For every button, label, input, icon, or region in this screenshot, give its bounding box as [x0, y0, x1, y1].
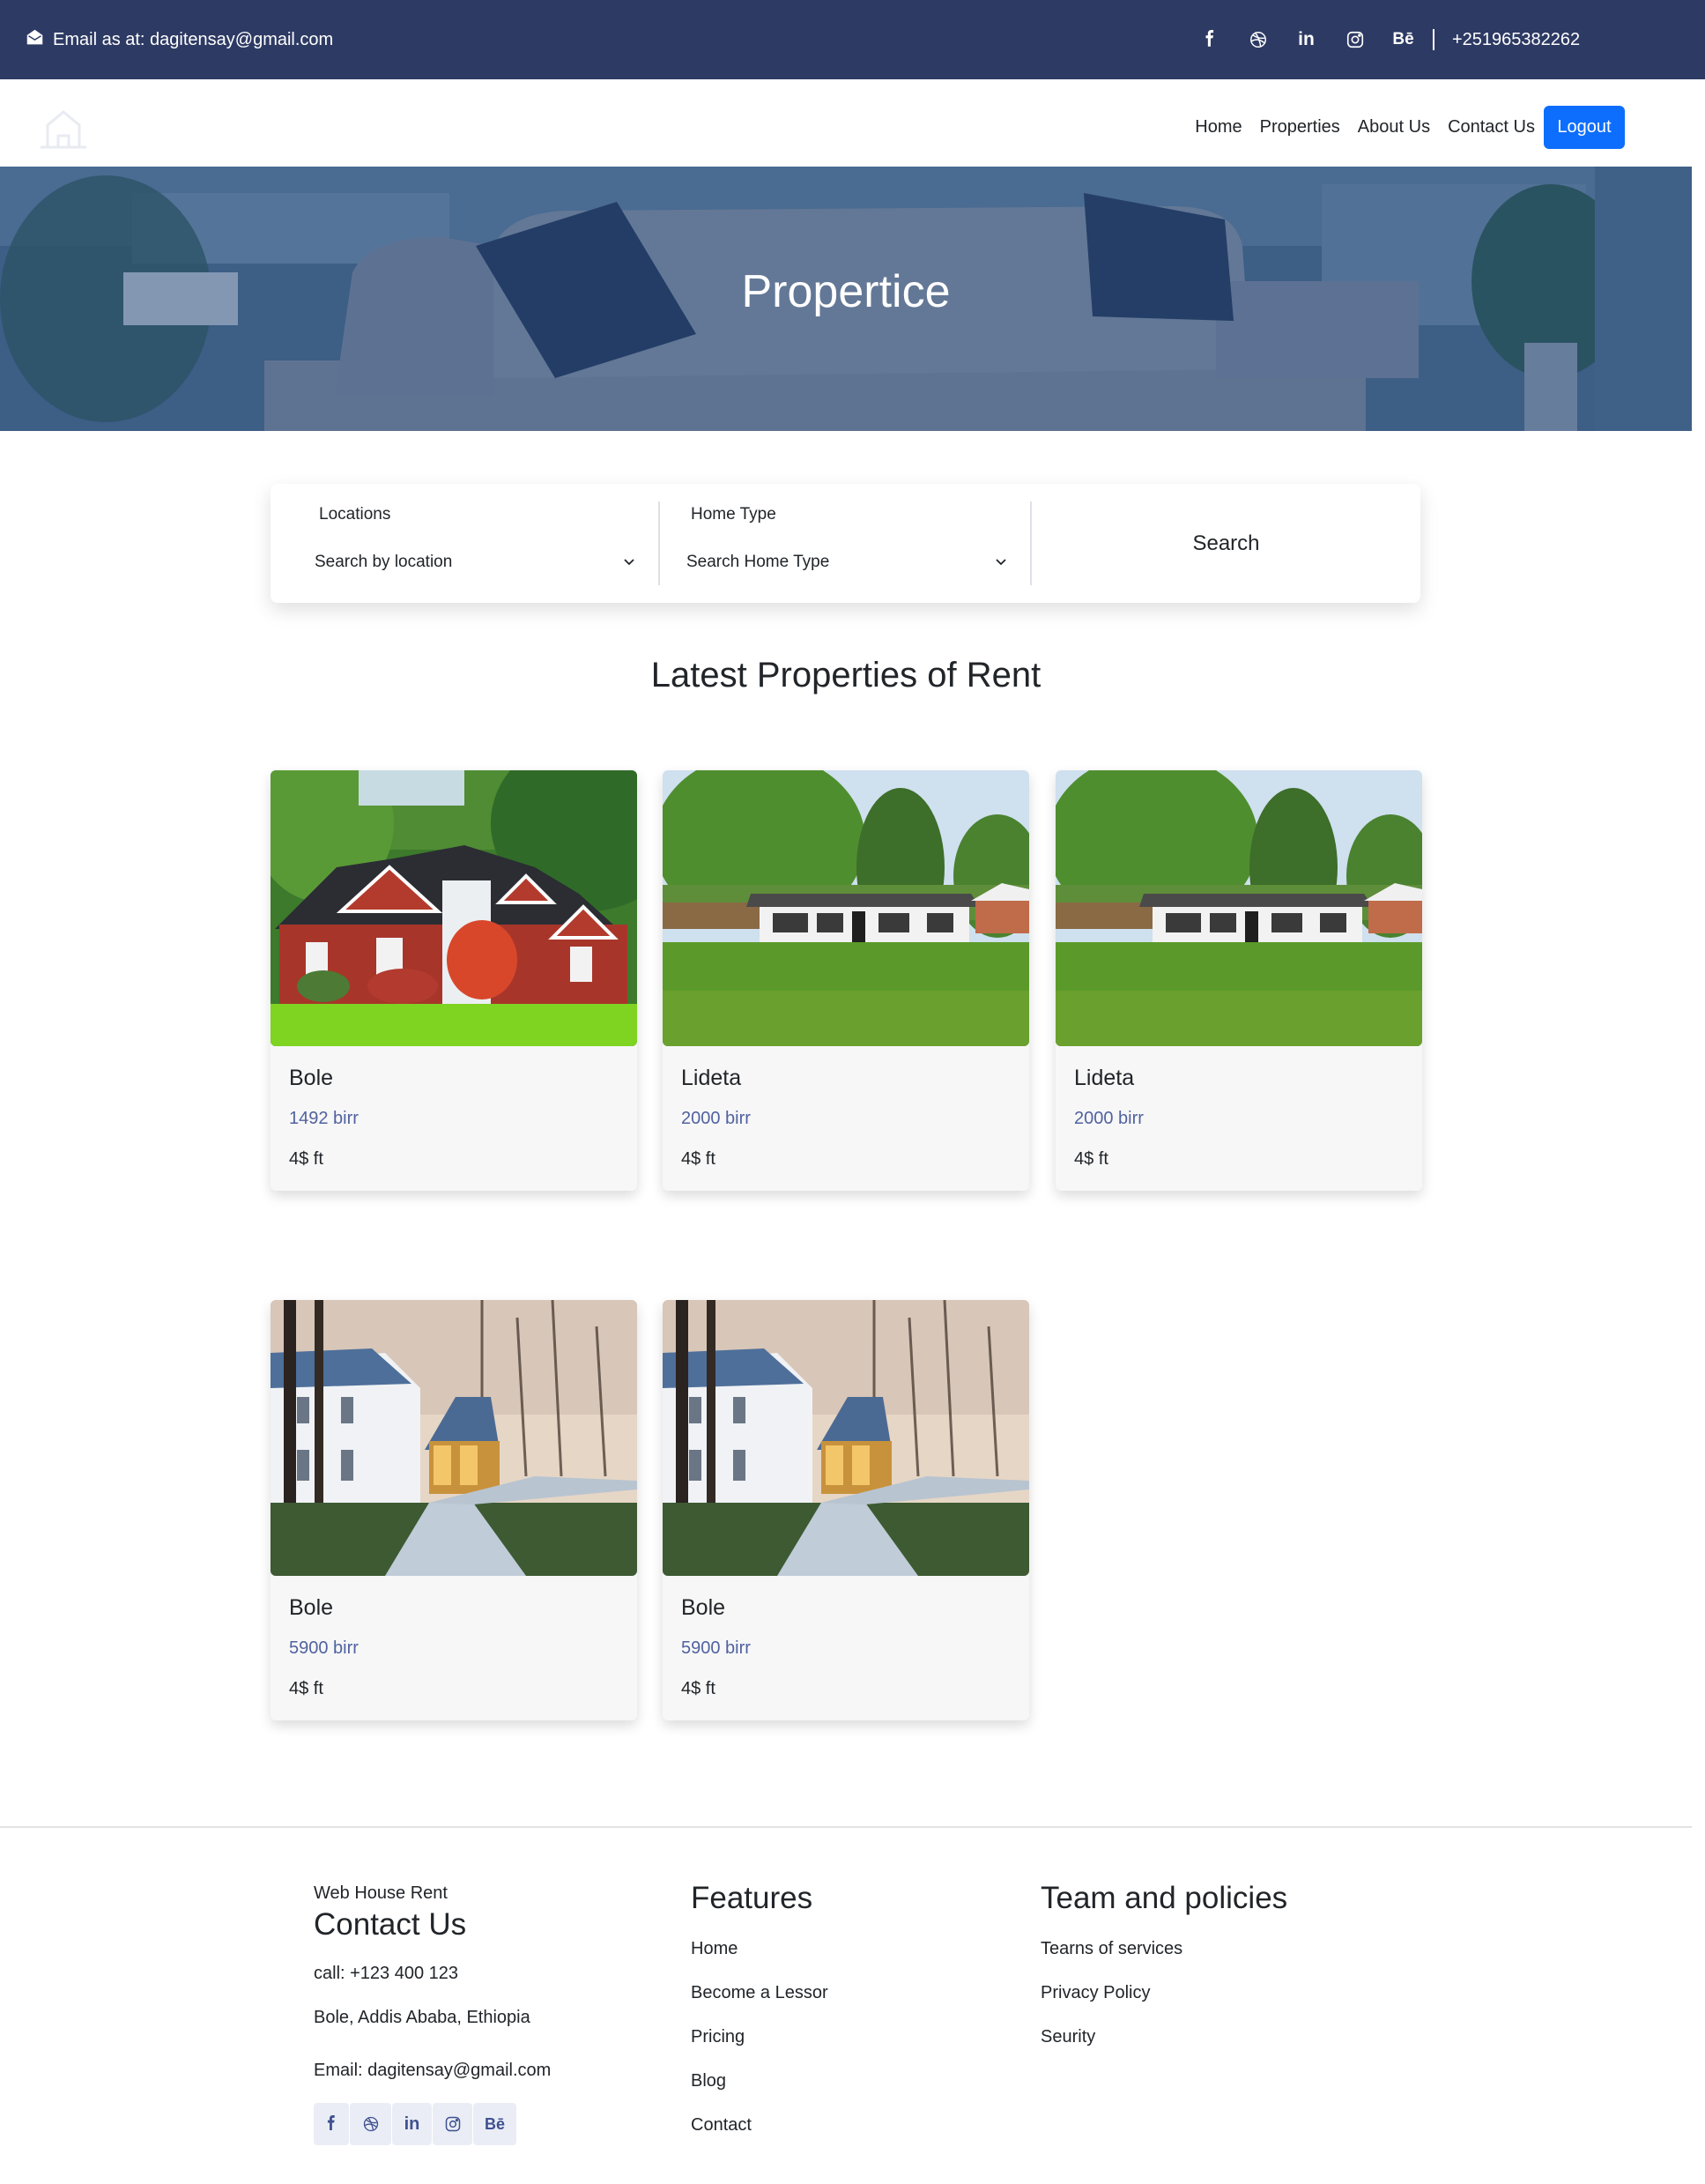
dribbble-icon[interactable]: [350, 2103, 391, 2145]
property-location: Bole: [289, 1595, 334, 1620]
nav-about-us[interactable]: About Us: [1358, 117, 1430, 137]
topbar-social-links: in Bē +251965382262: [1185, 26, 1580, 53]
house-icon[interactable]: [41, 109, 88, 150]
footer-link-privacy[interactable]: Privacy Policy: [1041, 1983, 1150, 2003]
property-card[interactable]: Bole 5900 birr 4$ ft: [271, 1300, 637, 1720]
property-location: Bole: [289, 1066, 334, 1090]
location-select[interactable]: Search by location: [315, 553, 635, 572]
footer-features-title: Features: [691, 1881, 813, 1915]
property-price: 1492 birr: [289, 1109, 359, 1128]
property-image[interactable]: [663, 770, 1029, 1046]
property-location: Lideta: [1074, 1066, 1135, 1090]
property-price: 5900 birr: [289, 1638, 359, 1658]
home-type-select-value: Search Home Type: [686, 553, 830, 571]
footer-link-security[interactable]: Seurity: [1041, 2027, 1095, 2047]
search-button[interactable]: Search: [1032, 484, 1420, 603]
behance-icon[interactable]: Bē: [473, 2103, 516, 2145]
envelope-open-icon: [26, 28, 44, 52]
topbar-email-text: Email as at: dagitensay@gmail.com: [53, 30, 334, 49]
topbar-email[interactable]: Email as at: dagitensay@gmail.com: [26, 28, 333, 52]
footer-contact-title: Contact Us: [314, 1907, 467, 1942]
nav-links: Home Properties About Us Contact Us Logo…: [1177, 106, 1625, 149]
facebook-icon[interactable]: [314, 2103, 349, 2145]
property-card[interactable]: Lideta 2000 birr 4$ ft: [663, 770, 1029, 1191]
instagram-icon[interactable]: [1331, 30, 1379, 49]
property-location: Bole: [681, 1595, 726, 1620]
footer-link-home[interactable]: Home: [691, 1939, 738, 1959]
footer-social-links: in Bē: [314, 2103, 517, 2145]
nav-home[interactable]: Home: [1195, 117, 1242, 137]
behance-icon[interactable]: Bē: [1379, 30, 1427, 49]
property-price: 5900 birr: [681, 1638, 751, 1658]
property-size: 4$ ft: [289, 1149, 323, 1169]
footer-policies-title: Team and policies: [1041, 1881, 1288, 1915]
linkedin-icon[interactable]: in: [1282, 29, 1331, 50]
property-size: 4$ ft: [289, 1679, 323, 1698]
location-select-value: Search by location: [315, 553, 453, 571]
property-price: 2000 birr: [681, 1109, 751, 1128]
latest-properties-heading: Latest Properties of Rent: [650, 656, 1042, 695]
property-size: 4$ ft: [681, 1679, 715, 1698]
footer-brand: Web House Rent: [314, 1883, 448, 1903]
footer-link-pricing[interactable]: Pricing: [691, 2027, 745, 2047]
property-card[interactable]: Bole 5900 birr 4$ ft: [663, 1300, 1029, 1720]
property-size: 4$ ft: [1074, 1149, 1108, 1169]
facebook-icon[interactable]: [1185, 30, 1234, 49]
top-contact-bar: Email as at: dagitensay@gmail.com in Bē …: [0, 0, 1705, 79]
dribbble-icon[interactable]: [1234, 30, 1282, 49]
chevron-down-icon: [995, 553, 1007, 572]
nav-contact-us[interactable]: Contact Us: [1448, 117, 1535, 137]
hero-title: Propertice: [741, 266, 951, 317]
footer-call: call: +123 400 123: [314, 1964, 459, 1983]
property-image[interactable]: [271, 1300, 637, 1576]
property-location: Lideta: [681, 1066, 742, 1090]
instagram-icon[interactable]: [433, 2103, 472, 2145]
search-divider: [658, 501, 660, 585]
footer-divider: [0, 1826, 1692, 1828]
footer-link-contact[interactable]: Contact: [691, 2115, 752, 2136]
footer-address: Bole, Addis Ababa, Ethiopia: [314, 2008, 530, 2027]
property-card[interactable]: Bole 1492 birr 4$ ft: [271, 770, 637, 1191]
linkedin-icon[interactable]: in: [392, 2103, 432, 2145]
navbar: Home Properties About Us Contact Us Logo…: [0, 79, 1705, 167]
property-image[interactable]: [271, 770, 637, 1046]
location-label: Locations: [319, 505, 391, 524]
property-image[interactable]: [1056, 770, 1422, 1046]
footer-link-terms[interactable]: Tearns of services: [1041, 1939, 1182, 1959]
property-search-form: Locations Search by location Home Type S…: [271, 484, 1420, 603]
topbar-phone[interactable]: +251965382262: [1452, 30, 1580, 50]
topbar-separator: [1433, 29, 1434, 50]
footer-link-blog[interactable]: Blog: [691, 2071, 726, 2091]
footer-email[interactable]: Email: dagitensay@gmail.com: [314, 2061, 551, 2081]
logout-button[interactable]: Logout: [1544, 106, 1625, 149]
property-image[interactable]: [663, 1300, 1029, 1576]
home-type-label: Home Type: [691, 505, 776, 524]
property-price: 2000 birr: [1074, 1109, 1144, 1128]
footer-link-become-lessor[interactable]: Become a Lessor: [691, 1983, 828, 2003]
chevron-down-icon: [623, 553, 635, 572]
nav-properties[interactable]: Properties: [1260, 117, 1340, 137]
property-size: 4$ ft: [681, 1149, 715, 1169]
hero-banner: Propertice: [0, 167, 1692, 431]
home-type-select[interactable]: Search Home Type: [686, 553, 1007, 572]
property-card[interactable]: Lideta 2000 birr 4$ ft: [1056, 770, 1422, 1191]
